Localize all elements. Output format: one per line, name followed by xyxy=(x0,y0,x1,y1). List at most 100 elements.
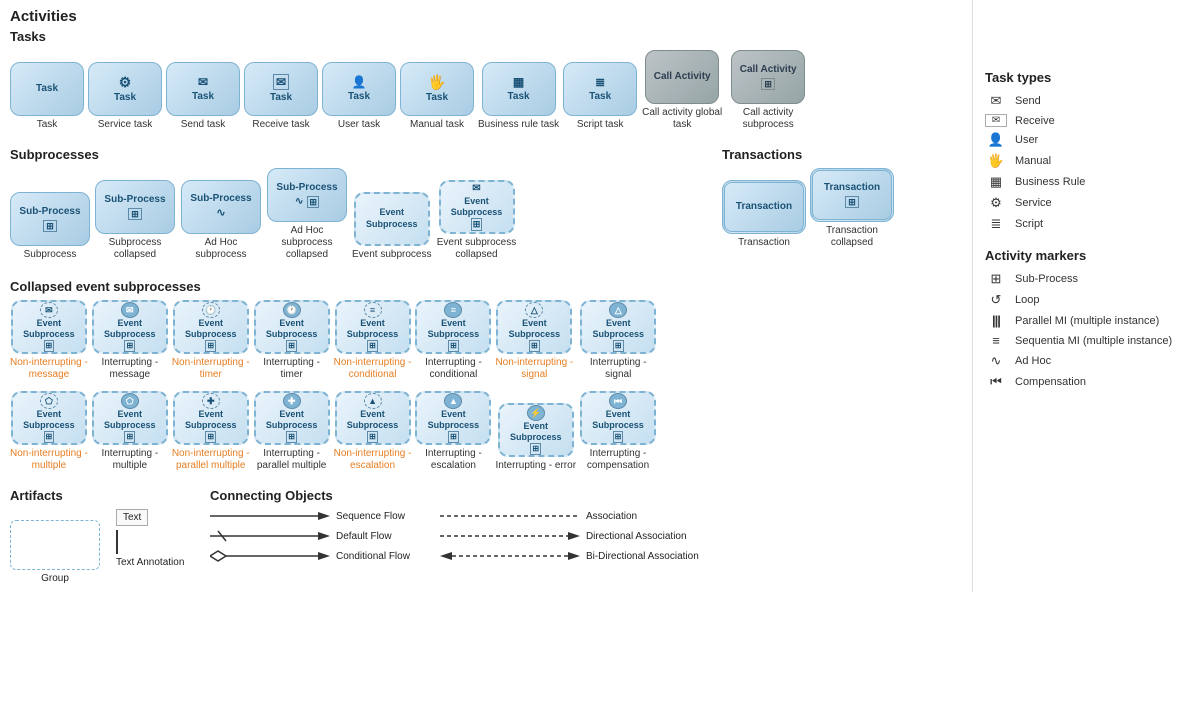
ni-signal-circle: △ xyxy=(525,302,543,318)
i-multiple-item: ⬠ EventSubprocess ⊞ Interrupting -multip… xyxy=(92,391,168,472)
i-signal-grid: ⊞ xyxy=(613,340,624,352)
subprocess-box[interactable]: Sub-Process ⊞ xyxy=(10,192,90,246)
default-flow-label: Default Flow xyxy=(336,531,392,542)
i-parallel-item: ✚ EventSubprocess ⊞ Interrupting -parall… xyxy=(254,391,330,472)
subprocess-collapsed-label: Subprocess collapsed xyxy=(94,237,176,261)
task-box-script[interactable]: ≣ Task xyxy=(563,62,637,116)
event-subprocess-collapsed-box[interactable]: ✉ EventSubprocess ⊞ xyxy=(439,180,515,234)
task-box-send[interactable]: ✉ Task xyxy=(166,62,240,116)
association-line xyxy=(440,509,580,523)
i-error-box[interactable]: ⚡ EventSubprocess ⊞ xyxy=(498,403,574,457)
ni-message-box[interactable]: ✉ EventSubprocess ⊞ xyxy=(11,300,87,354)
ni-signal-item: △ EventSubprocess ⊞ Non-interrupting -si… xyxy=(495,300,573,381)
task-label-script: Script task xyxy=(577,119,624,131)
directional-assoc-line xyxy=(440,529,580,543)
artifact-group-item: Group xyxy=(10,520,100,584)
event-subprocess-box[interactable]: EventSubprocess xyxy=(354,192,430,246)
i-conditional-circle: ≡ xyxy=(444,302,462,318)
ni-message-item: ✉ EventSubprocess ⊞ Non-interrupting -me… xyxy=(10,300,88,381)
adhoc-collapsed-grid-icon: ⊞ xyxy=(307,196,319,209)
ni-escalation-box[interactable]: ▲ EventSubprocess ⊞ xyxy=(335,391,411,445)
task-label-send: Send task xyxy=(181,119,225,131)
ni-escalation-item: ▲ EventSubprocess ⊞ Non-interrupting -es… xyxy=(334,391,412,472)
ni-conditional-grid: ⊞ xyxy=(367,340,378,352)
connecting-heading: Connecting Objects xyxy=(210,488,962,503)
flows-col: Sequence Flow Default Flow xyxy=(210,509,410,569)
ni-multiple-box[interactable]: ⬠ EventSubprocess ⊞ xyxy=(11,391,87,445)
task-box-receive[interactable]: ✉ Task xyxy=(244,62,318,116)
i-multiple-box[interactable]: ⬠ EventSubprocess ⊞ xyxy=(92,391,168,445)
ni-signal-grid: ⊞ xyxy=(529,340,540,352)
task-label-manual: Manual task xyxy=(410,119,464,131)
task-item-user: 👤 Task User task xyxy=(322,62,396,131)
transactions-row: Transaction Transaction Transaction ⊞ Tr… xyxy=(722,168,962,253)
i-error-label: Interrupting - error xyxy=(495,460,576,472)
i-signal-box[interactable]: △ EventSubprocess ⊞ xyxy=(580,300,656,354)
business-rule-icon: ▦ xyxy=(985,174,1007,190)
ni-timer-box[interactable]: 🕐 EventSubprocess ⊞ xyxy=(173,300,249,354)
group-label: Group xyxy=(10,573,100,584)
subprocesses-col: Subprocesses Sub-Process ⊞ Subprocess xyxy=(10,143,712,271)
service-icon: ⚙ xyxy=(985,195,1007,211)
compensation-marker-label: Compensation xyxy=(1015,376,1086,388)
i-compensation-label: Interrupting -compensation xyxy=(587,448,649,472)
i-error-item: ⚡ EventSubprocess ⊞ Interrupting - error xyxy=(495,403,576,472)
i-message-grid: ⊞ xyxy=(124,340,135,352)
task-box-service[interactable]: ⚙ Task xyxy=(88,62,162,116)
task-item-receive: ✉ Task Receive task xyxy=(244,62,318,131)
i-parallel-box[interactable]: ✚ EventSubprocess ⊞ xyxy=(254,391,330,445)
page-title: Activities xyxy=(10,8,962,25)
i-multiple-label: Interrupting -multiple xyxy=(101,448,158,472)
adhoc-collapsed-box[interactable]: Sub-Process ∿ ⊞ xyxy=(267,168,347,222)
transactions-col: Transactions Transaction Transaction Tra… xyxy=(722,143,962,259)
task-box-task[interactable]: Task xyxy=(10,62,84,116)
task-item-task: Task Task xyxy=(10,62,84,131)
page: Activities Tasks Task Task ⚙ Task Servic… xyxy=(0,0,1192,592)
transaction-box[interactable]: Transaction xyxy=(722,180,806,234)
i-multiple-circle: ⬠ xyxy=(121,393,139,409)
associations-col: Association Directional Association xyxy=(440,509,699,569)
i-message-box[interactable]: ✉ EventSubprocess ⊞ xyxy=(92,300,168,354)
task-label-call-activity-subprocess: Call activity subprocess xyxy=(727,107,809,131)
sequential-mi-label: Sequentia MI (multiple instance) xyxy=(1015,335,1172,347)
ni-message-grid: ⊞ xyxy=(44,340,55,352)
tasks-row: Task Task ⚙ Task Service task ✉ Task xyxy=(10,50,962,135)
directional-assoc-label: Directional Association xyxy=(586,531,687,542)
parallel-mi-icon: ||| xyxy=(985,313,1007,328)
default-flow-arrow xyxy=(210,529,330,543)
i-compensation-circle: ⏮ xyxy=(609,393,627,409)
i-timer-box[interactable]: 🕐 EventSubprocess ⊞ xyxy=(254,300,330,354)
ni-conditional-box[interactable]: ≡ EventSubprocess ⊞ xyxy=(335,300,411,354)
subprocess-marker-sidebar-icon: ⊞ xyxy=(985,271,1007,287)
subprocess-collapsed-box[interactable]: Sub-Process ⊞ xyxy=(95,180,175,234)
ni-multiple-circle: ⬠ xyxy=(40,393,58,409)
task-box-call-activity-global[interactable]: Call Activity xyxy=(645,50,719,104)
task-box-manual[interactable]: 🖐 Task xyxy=(400,62,474,116)
task-box-call-activity-subprocess[interactable]: Call Activity ⊞ xyxy=(731,50,805,104)
subprocess-marker-icon: ⊞ xyxy=(43,220,57,233)
i-timer-grid: ⊞ xyxy=(286,340,297,352)
subprocess-collapsed-marker: ⊞ xyxy=(128,208,142,221)
i-escalation-box[interactable]: ▲ EventSubprocess ⊞ xyxy=(415,391,491,445)
sidebar-script: ≣ Script xyxy=(985,216,1180,232)
ni-message-circle: ✉ xyxy=(40,302,58,318)
task-box-business-rule[interactable]: ▦ Task xyxy=(482,62,556,116)
event-subprocess-item: EventSubprocess Event subprocess xyxy=(352,192,432,261)
i-conditional-box[interactable]: ≡ EventSubprocess ⊞ xyxy=(415,300,491,354)
sidebar-subprocess-marker: ⊞ Sub-Process xyxy=(985,271,1180,287)
directional-assoc-row: Directional Association xyxy=(440,529,699,543)
i-compensation-box[interactable]: ⏮ EventSubprocess ⊞ xyxy=(580,391,656,445)
i-parallel-circle: ✚ xyxy=(283,393,301,409)
business-rule-label: Business Rule xyxy=(1015,176,1085,188)
adhoc-subprocess-item: Sub-Process ∿ Ad Hoc subprocess xyxy=(180,180,262,261)
user-task-icon: 👤 xyxy=(985,132,1007,148)
ni-parallel-box[interactable]: ✚ EventSubprocess ⊞ xyxy=(173,391,249,445)
task-box-user[interactable]: 👤 Task xyxy=(322,62,396,116)
ni-parallel-circle: ✚ xyxy=(202,393,220,409)
adhoc-subprocess-box[interactable]: Sub-Process ∿ xyxy=(181,180,261,234)
tasks-heading: Tasks xyxy=(10,29,962,44)
subprocesses-section: Subprocesses Sub-Process ⊞ Subprocess xyxy=(10,143,962,271)
i-error-grid: ⊞ xyxy=(530,443,541,455)
ni-signal-box[interactable]: △ EventSubprocess ⊞ xyxy=(496,300,572,354)
transaction-collapsed-box[interactable]: Transaction ⊞ xyxy=(810,168,894,222)
